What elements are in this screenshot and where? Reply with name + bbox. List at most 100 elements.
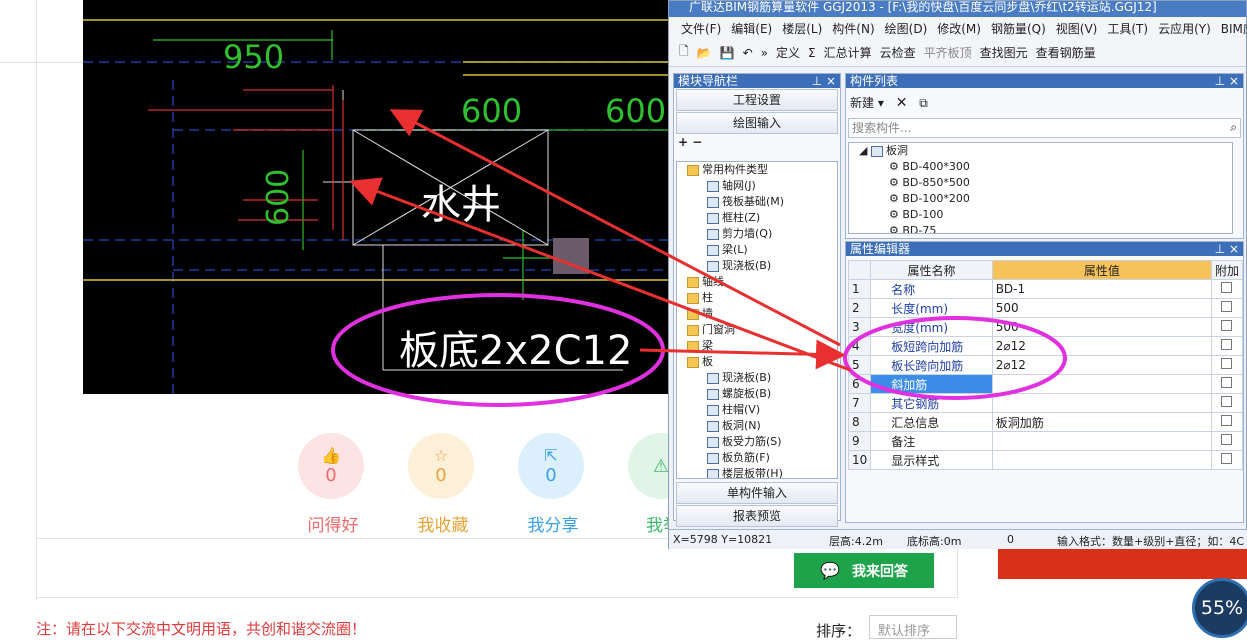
extra-checkbox[interactable] <box>1210 450 1244 470</box>
new-file-icon[interactable]: 🗋 <box>679 42 689 63</box>
define-button[interactable]: 定义 <box>776 44 800 61</box>
extra-checkbox[interactable] <box>1210 431 1244 451</box>
menu-file[interactable]: 文件(F) <box>681 20 721 37</box>
property-row[interactable]: 7 其它钢筋 <box>847 393 1244 413</box>
answer-button[interactable]: 💬 我来回答 <box>794 553 934 588</box>
property-row[interactable]: 6 斜加筋 <box>847 374 1244 394</box>
menu-draw[interactable]: 绘图(D) <box>885 20 928 37</box>
view-rebar-button[interactable]: 查看钢筋量 <box>1036 44 1096 61</box>
property-row[interactable]: 10 显示样式 <box>847 450 1244 470</box>
new-component-button[interactable]: 新建 ▾ <box>850 96 884 110</box>
pin-close-icon[interactable]: ⊥ × <box>812 74 836 88</box>
component-search-input[interactable]: 搜索构件... <box>848 118 1241 138</box>
find-element-button[interactable]: 查找图元 <box>980 44 1028 61</box>
component-item[interactable]: ⚙ BD-100 <box>849 207 1232 223</box>
action-share[interactable]: ⇱ 0 我分享 <box>518 433 588 536</box>
open-folder-icon[interactable]: 📂 <box>697 46 712 60</box>
copy-icon[interactable]: ⧉ <box>919 96 928 110</box>
pin-close-icon[interactable]: ⊥ × <box>1215 242 1239 256</box>
nav-tree-item[interactable]: 墙 <box>677 306 837 322</box>
row-number: 1 <box>847 279 872 299</box>
nav-tree-item[interactable]: 螺旋板(B) <box>677 386 837 402</box>
property-value[interactable] <box>991 431 1212 451</box>
nav-tree-item[interactable]: 板受力筋(S) <box>677 434 837 450</box>
summary-calc-button[interactable]: 汇总计算 <box>824 44 872 61</box>
property-value[interactable]: BD-1 <box>991 279 1212 299</box>
cloud-check-button[interactable]: 云检查 <box>880 44 916 61</box>
property-value[interactable]: 500 <box>991 298 1212 318</box>
undo-icon[interactable]: ↶ <box>743 46 753 60</box>
share-label: 我分享 <box>527 516 579 536</box>
property-value[interactable] <box>991 393 1212 413</box>
extra-checkbox[interactable] <box>1210 336 1244 356</box>
nav-tree-item[interactable]: 筏板基础(M) <box>677 194 837 210</box>
property-row[interactable]: 2 长度(mm) 500 <box>847 298 1244 318</box>
menu-modify[interactable]: 修改(M) <box>937 20 981 37</box>
nav-tree-item[interactable]: 板洞(N) <box>677 418 837 434</box>
property-row[interactable]: 3 宽度(mm) 500 <box>847 317 1244 337</box>
property-row[interactable]: 4 板短跨向加筋 2⌀12 <box>847 336 1244 356</box>
nav-tree-item[interactable]: 现浇板(B) <box>677 258 837 274</box>
nav-tree-item[interactable]: 轴网(J) <box>677 178 837 194</box>
chat-bubble-icon: 💬 <box>820 561 840 580</box>
extra-checkbox[interactable] <box>1210 355 1244 375</box>
property-name: 显示样式 <box>870 450 993 470</box>
nav-tree-item[interactable]: 门窗洞 <box>677 322 837 338</box>
extra-checkbox[interactable] <box>1210 412 1244 432</box>
nav-tree-item[interactable]: 剪力墙(Q) <box>677 226 837 242</box>
pin-close-icon[interactable]: ⊥ × <box>1215 74 1239 88</box>
menu-cloud[interactable]: 云应用(Y) <box>1158 20 1211 37</box>
component-item[interactable]: ⚙ BD-100*200 <box>849 191 1232 207</box>
nav-tree-item[interactable]: 板负筋(F) <box>677 450 837 466</box>
property-value[interactable] <box>991 374 1212 394</box>
property-row[interactable]: 9 备注 <box>847 431 1244 451</box>
nav-tree-item[interactable]: 框柱(Z) <box>677 210 837 226</box>
nav-tree-item[interactable]: 柱帽(V) <box>677 402 837 418</box>
component-item[interactable]: ⚙ BD-850*500 <box>849 175 1232 191</box>
extra-checkbox[interactable] <box>1210 298 1244 318</box>
extra-checkbox[interactable] <box>1210 279 1244 299</box>
nav-tree-item[interactable]: 梁(L) <box>677 242 837 258</box>
menu-edit[interactable]: 编辑(E) <box>731 20 772 37</box>
menu-rebar[interactable]: 钢筋量(Q) <box>991 20 1046 37</box>
expand-collapse-icons[interactable]: + − <box>674 135 840 155</box>
nav-tree-item[interactable]: 柱 <box>677 290 837 306</box>
component-root[interactable]: ◢ 板洞 <box>849 143 1232 159</box>
sort-select[interactable]: 默认排序 <box>869 615 957 639</box>
property-value[interactable]: 500 <box>991 317 1212 337</box>
more-icon[interactable]: » <box>761 46 768 60</box>
nav-tree-item[interactable]: 梁 <box>677 338 837 354</box>
search-icon[interactable]: ⌕ <box>1230 120 1237 135</box>
property-value[interactable] <box>991 450 1212 470</box>
nav-tree-item[interactable]: 常用构件类型 <box>677 162 837 178</box>
action-good-question[interactable]: 👍 0 问得好 <box>298 433 368 536</box>
extra-checkbox[interactable] <box>1210 317 1244 337</box>
menu-view[interactable]: 视图(V) <box>1056 20 1098 37</box>
nav-tree-item[interactable]: 现浇板(B) <box>677 370 837 386</box>
action-favorite[interactable]: ☆ 0 我收藏 <box>408 433 478 536</box>
align-slab-top-button[interactable]: 平齐板顶 <box>924 44 972 61</box>
extra-checkbox[interactable] <box>1210 374 1244 394</box>
nav-tree-item[interactable]: 轴线 <box>677 274 837 290</box>
delete-icon[interactable]: ✕ <box>896 95 908 111</box>
menu-component[interactable]: 构件(N) <box>832 20 874 37</box>
property-value[interactable]: 2⌀12 <box>991 336 1212 356</box>
drawing-input-button[interactable]: 绘图输入 <box>676 112 838 134</box>
property-row[interactable]: 8 汇总信息 板洞加筋 <box>847 412 1244 432</box>
menu-bim[interactable]: BIM应用 <box>1221 20 1247 37</box>
extra-checkbox[interactable] <box>1210 393 1244 413</box>
menu-floor[interactable]: 楼层(L) <box>782 20 822 37</box>
save-icon[interactable]: 💾 <box>720 46 735 60</box>
menu-tools[interactable]: 工具(T) <box>1107 20 1148 37</box>
property-row[interactable]: 1 名称 BD-1 <box>847 279 1244 299</box>
property-value[interactable]: 2⌀12 <box>991 355 1212 375</box>
single-component-input-button[interactable]: 单构件输入 <box>676 482 838 504</box>
component-item[interactable]: ⚙ BD-400*300 <box>849 159 1232 175</box>
property-value[interactable]: 板洞加筋 <box>991 412 1212 432</box>
project-settings-button[interactable]: 工程设置 <box>676 89 838 111</box>
component-item[interactable]: ⚙ BD-75 <box>849 223 1232 233</box>
nav-tree-item[interactable]: 楼层板带(H) <box>677 466 837 478</box>
property-row[interactable]: 5 板长跨向加筋 2⌀12 <box>847 355 1244 375</box>
nav-tree-item[interactable]: 板 <box>677 354 837 370</box>
report-preview-button[interactable]: 报表预览 <box>676 505 838 527</box>
